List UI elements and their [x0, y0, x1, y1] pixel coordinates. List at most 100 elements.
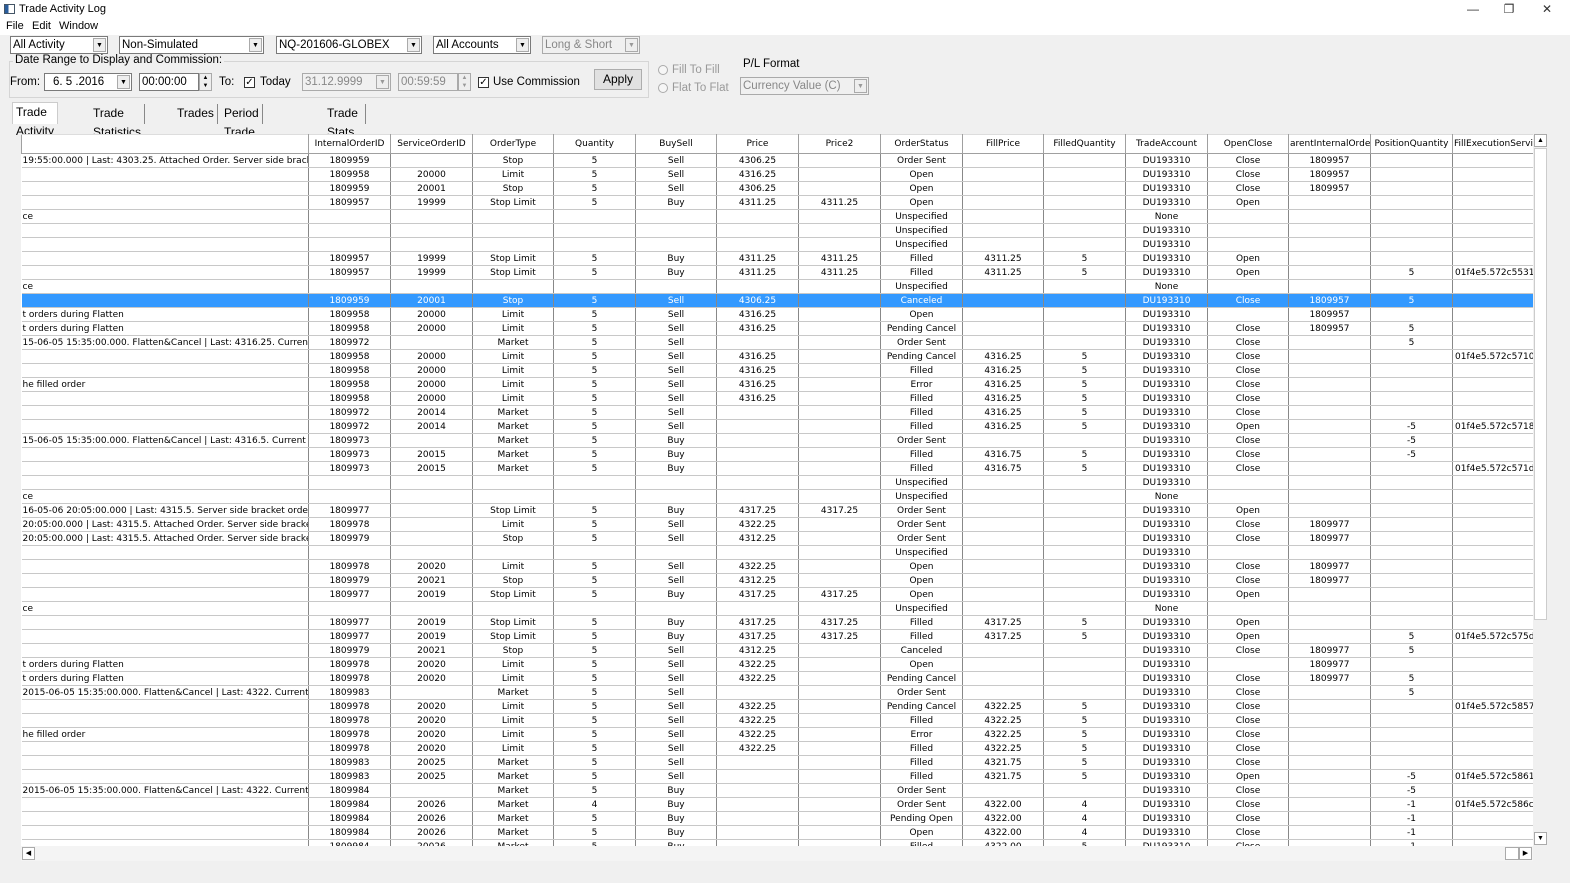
to-time-input[interactable]: 00:59:59 — [398, 73, 458, 91]
side-select[interactable]: Long & Short ▼ — [542, 36, 640, 54]
accounts-select[interactable]: All Accounts ▼ — [433, 36, 531, 54]
table-row[interactable]: t orders during Flatten 1809958 20000 Limit… — [21, 307, 1533, 322]
to-date-picker[interactable]: 31.12.9999 ▼ — [302, 73, 391, 91]
table-row[interactable]: 1809972 20014 Market 5 Sell Filled 4316.25 5 DU1… — [21, 419, 1533, 434]
close-button[interactable]: ✕ — [1529, 0, 1565, 19]
table-row[interactable]: 20:05:00.000 | Last: 4315.5. Attached Or… — [21, 531, 1533, 546]
trade-activity-grid[interactable]: InternalOrderID ServiceOrderID OrderType Qu… — [21, 134, 1533, 846]
column-header[interactable]: BuySell — [635, 134, 717, 154]
today-checkbox[interactable]: ✓ — [244, 77, 255, 88]
column-header[interactable]: FilledQuantity — [1043, 134, 1126, 154]
table-row[interactable]: 1809957 19999 Stop Limit 5 Buy 4311.25 4311.25… — [21, 195, 1533, 210]
table-row[interactable]: t orders during Flatten 1809958 20000 Limit… — [21, 321, 1533, 336]
horizontal-scrollbar[interactable]: ◀ ▶ — [21, 846, 1533, 861]
column-header[interactable]: FillExecutionServiceID — [1452, 134, 1533, 154]
vertical-scroll-thumb[interactable] — [1534, 148, 1547, 620]
table-row[interactable]: 1809978 20020 Limit 5 Sell 4322.25 Open DU19331… — [21, 559, 1533, 574]
vertical-scrollbar[interactable]: ▲ ▼ — [1533, 134, 1548, 846]
column-header[interactable]: OpenClose — [1207, 134, 1289, 154]
table-row[interactable]: 20:05:00.000 | Last: 4315.5. Attached Or… — [21, 517, 1533, 532]
table-row[interactable]: 1809983 20025 Market 5 Sell Filled 4321.75 5 DU1… — [21, 769, 1533, 784]
minimize-button[interactable]: — — [1455, 0, 1491, 19]
restore-button[interactable]: ❐ — [1491, 0, 1527, 19]
menu-window[interactable]: Window — [59, 20, 98, 32]
table-row[interactable]: 1809957 19999 Stop Limit 5 Buy 4311.25 4311.25… — [21, 265, 1533, 280]
column-header[interactable]: arentInternalOrderID — [1288, 134, 1371, 154]
column-header[interactable]: FillPrice — [962, 134, 1044, 154]
table-row[interactable]: he filled order 1809958 20000 Limit 5 Sell 431… — [21, 377, 1533, 392]
flat-to-flat-radio[interactable] — [658, 83, 668, 93]
table-row[interactable]: 1809977 20019 Stop Limit 5 Buy 4317.25 4317.25… — [21, 629, 1533, 644]
from-time-input[interactable]: 00:00:00 — [139, 73, 199, 91]
table-row[interactable]: 1809984 20026 Market 4 Buy Order Sent 4322.00 4… — [21, 797, 1533, 812]
table-row[interactable]: Unspecified DU193310 — [21, 223, 1533, 238]
table-row[interactable]: 19:55:00.000 | Last: 4303.25. Attached O… — [21, 153, 1533, 168]
apply-button[interactable]: Apply — [594, 69, 642, 90]
table-row[interactable]: 1809979 20021 Stop 5 Sell 4312.25 Open DU193310… — [21, 573, 1533, 588]
table-row[interactable]: 1809973 20015 Market 5 Buy Filled 4316.75 5 DU19… — [21, 447, 1533, 462]
column-header[interactable]: OrderStatus — [880, 134, 963, 154]
table-row[interactable]: 15-06-05 15:35:00.000. Flatten&Cancel | … — [21, 433, 1533, 448]
table-row[interactable]: 1809979 20021 Stop 5 Sell 4312.25 Canceled DU19… — [21, 643, 1533, 658]
table-row[interactable]: 2015-06-05 15:35:00.000. Flatten&Cancel … — [21, 685, 1533, 700]
to-time-spinner[interactable]: ▲ ▼ — [458, 73, 471, 91]
table-row[interactable]: 1809959 20001 Stop 5 Sell 4306.25 Open DU193310… — [21, 181, 1533, 196]
table-row[interactable]: 15-06-05 15:35:00.000. Flatten&Cancel | … — [21, 335, 1533, 350]
table-row[interactable]: ce Unspecified None — [21, 279, 1533, 294]
table-row[interactable]: 1809978 20020 Limit 5 Sell 4322.25 Filled 4322.… — [21, 741, 1533, 756]
column-header[interactable]: TradeAccount — [1125, 134, 1208, 154]
from-time-spinner[interactable]: ▲ ▼ — [199, 73, 212, 91]
table-row[interactable]: 1809973 20015 Market 5 Buy Filled 4316.75 5 DU19… — [21, 461, 1533, 476]
table-row[interactable]: 1809957 19999 Stop Limit 5 Buy 4311.25 4311.25… — [21, 251, 1533, 266]
table-row[interactable]: 1809972 20014 Market 5 Sell Filled 4316.25 5 DU1… — [21, 405, 1533, 420]
table-row[interactable]: 1809958 20000 Limit 5 Sell 4316.25 Open DU19331… — [21, 167, 1533, 182]
tab-trades[interactable]: Trades — [174, 104, 218, 124]
table-row[interactable]: 1809984 20026 Market 5 Buy Pending Open 4322.0… — [21, 811, 1533, 826]
pl-format-select[interactable]: Currency Value (C) ▼ — [740, 77, 869, 95]
activity-select[interactable]: All Activity ▼ — [10, 36, 108, 54]
use-commission-checkbox[interactable]: ✓ — [478, 77, 489, 88]
table-row[interactable]: 1809983 20025 Market 5 Sell Filled 4321.75 5 DU1… — [21, 755, 1533, 770]
scroll-down-icon[interactable]: ▼ — [1534, 832, 1547, 845]
symbol-select[interactable]: NQ-201606-GLOBEX ▼ — [276, 36, 422, 54]
menu-edit[interactable]: Edit — [32, 20, 51, 32]
fill-to-fill-radio[interactable] — [658, 65, 668, 75]
table-row[interactable]: t orders during Flatten 1809978 20020 Limit… — [21, 671, 1533, 686]
tab-trade-activity[interactable]: Trade Activity — [12, 102, 58, 138]
table-row[interactable]: Unspecified DU193310 — [21, 545, 1533, 560]
table-row[interactable]: 1809958 20000 Limit 5 Sell 4316.25 Filled 4316.… — [21, 363, 1533, 378]
column-header[interactable]: Price — [716, 134, 799, 154]
tab-trade-statistics[interactable]: Trade Statistics — [90, 104, 145, 139]
table-row[interactable]: 1809959 20001 Stop 5 Sell 4306.25 Canceled DU19… — [21, 293, 1533, 308]
table-row[interactable]: t orders during Flatten 1809978 20020 Limit… — [21, 657, 1533, 672]
scroll-up-icon[interactable]: ▲ — [1534, 134, 1547, 147]
horizontal-scroll-thumb[interactable] — [1505, 847, 1519, 860]
scroll-right-icon[interactable]: ▶ — [1519, 847, 1532, 860]
from-date-picker[interactable]: 6. 5 .2016 ▼ — [44, 73, 132, 91]
menu-file[interactable]: File — [6, 20, 24, 32]
table-row[interactable]: 1809978 20020 Limit 5 Sell 4322.25 Filled 4322.… — [21, 713, 1533, 728]
column-header[interactable]: OrderType — [472, 134, 554, 154]
table-row[interactable]: 1809977 20019 Stop Limit 5 Buy 4317.25 4317.25… — [21, 615, 1533, 630]
simulation-select[interactable]: Non-Simulated ▼ — [119, 36, 264, 54]
table-row[interactable]: ce Unspecified None — [21, 489, 1533, 504]
tab-period-trade-stats[interactable]: Period Trade Stats — [221, 104, 263, 158]
tab-trade-stats-for-charts[interactable]: Trade Stats for Charts — [324, 104, 367, 177]
table-row[interactable]: ce Unspecified None — [21, 209, 1533, 224]
column-header[interactable]: PositionQuantity — [1370, 134, 1453, 154]
table-row[interactable]: 1809978 20020 Limit 5 Sell 4322.25 Pending Can… — [21, 699, 1533, 714]
table-row[interactable]: 16-05-06 20:05:00.000 | Last: 4315.5. Se… — [21, 503, 1533, 518]
table-row[interactable]: he filled order 1809978 20020 Limit 5 Sell 432… — [21, 727, 1533, 742]
column-header[interactable]: Quantity — [553, 134, 636, 154]
table-row[interactable]: 1809958 20000 Limit 5 Sell 4316.25 Filled 4316.… — [21, 391, 1533, 406]
table-row[interactable]: Unspecified DU193310 — [21, 475, 1533, 490]
table-row[interactable]: ce Unspecified None — [21, 601, 1533, 616]
table-row[interactable]: 1809977 20019 Stop Limit 5 Buy 4317.25 4317.25… — [21, 587, 1533, 602]
table-row[interactable]: Unspecified DU193310 — [21, 237, 1533, 252]
table-row[interactable]: 1809984 20026 Market 5 Buy Open 4322.00 4 DU1933… — [21, 825, 1533, 840]
column-header[interactable]: InternalOrderID — [308, 134, 391, 154]
table-row[interactable]: 1809958 20000 Limit 5 Sell 4316.25 Pending Can… — [21, 349, 1533, 364]
column-header[interactable]: Price2 — [798, 134, 881, 154]
table-row[interactable]: 2015-06-05 15:35:00.000. Flatten&Cancel … — [21, 783, 1533, 798]
column-header[interactable]: ServiceOrderID — [390, 134, 473, 154]
